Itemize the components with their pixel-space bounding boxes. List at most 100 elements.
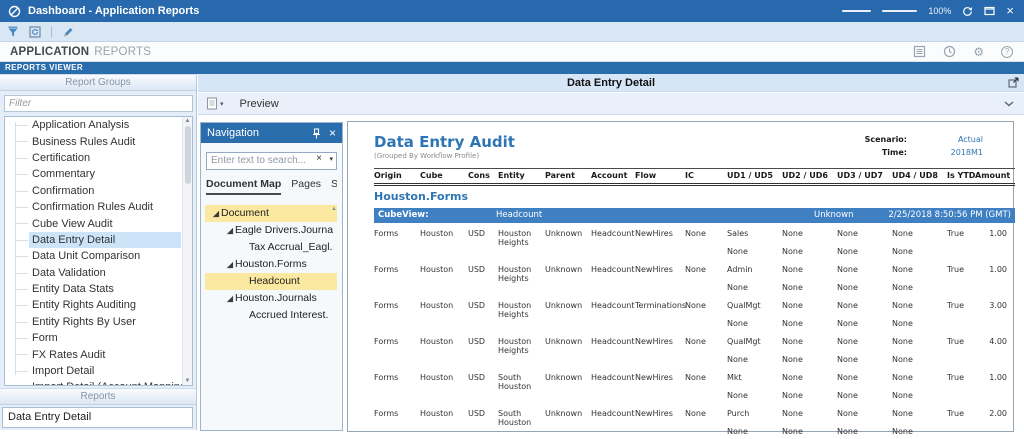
cell-origin: Forms [374,373,420,403]
scroll-thumb[interactable] [184,126,191,184]
refresh-dashboard-icon[interactable] [29,25,41,38]
cell-value: Mkt [727,373,742,382]
nav-tree-item[interactable]: Houston.Forms [205,256,337,273]
report-group-item[interactable]: Entity Rights By User [15,314,181,330]
close-navigation-icon[interactable]: × [329,127,336,139]
cell-flow: NewHires [635,409,685,439]
cell-parent: Unknown [545,229,591,259]
cell-cube: Houston [420,301,468,331]
zoom-slider-track-right[interactable] [882,10,918,12]
tree-connector [15,338,28,340]
report-group-item[interactable]: Data Unit Comparison [15,248,181,264]
report-group-item[interactable]: Confirmation [15,183,181,199]
cell-cube: Houston [420,265,468,295]
cell-value: QualMgt [727,337,761,346]
cell-parent: Unknown [545,337,591,367]
zoom-slider-track-left[interactable] [842,10,872,12]
popout-icon[interactable] [1008,77,1019,88]
clear-search-icon[interactable]: × [316,153,322,164]
main-panel: Data Entry Detail ▾ Preview Data Entry A… [198,74,1024,436]
tree-scrollbar[interactable]: ▲ ▼ [182,117,192,385]
cell-value: None [782,373,803,382]
cell-value-secondary: None [892,319,913,328]
report-group-item[interactable]: Data Entry Detail [15,231,181,249]
report-group-item[interactable]: FX Rates Audit [15,346,181,362]
cell-ic: None [685,265,727,295]
cell-value: Headcount [591,229,635,238]
report-group-item[interactable]: Application Analysis [15,117,181,133]
expander-icon[interactable] [224,260,235,269]
navigation-panel-header[interactable]: Navigation × [201,123,342,143]
export-document-icon[interactable] [206,97,218,110]
nav-tree-item[interactable]: Accrued Interest. [205,307,337,324]
table-column-headers: Origin Cube Cons Entity Parent Account Flow IC U… [374,168,1015,186]
report-group-item[interactable]: Import Detail [15,363,181,379]
document-list-icon[interactable] [913,45,926,58]
report-group-item[interactable]: Commentary [15,166,181,182]
edit-pencil-icon[interactable] [62,26,74,38]
scroll-down-icon[interactable]: ▼ [185,378,191,384]
cell-ud2: None None [782,301,837,331]
report-group-item[interactable]: Certification [15,150,181,166]
collapse-chevron-icon[interactable] [1004,101,1014,107]
search-options-caret-icon[interactable]: ▾ [329,155,333,163]
cell-value: 4.00 [989,337,1007,346]
cell-cons: USD [468,229,498,259]
filter-icon[interactable] [7,26,19,38]
cell-value: None [685,337,706,346]
cell-cube: Houston [420,409,468,439]
report-group-item[interactable]: Form [15,330,181,346]
cell-value-secondary: None [837,283,858,292]
pin-icon[interactable] [312,127,321,139]
expander-icon[interactable] [224,226,235,235]
expander-icon[interactable] [210,209,221,218]
close-icon[interactable]: × [1006,4,1014,17]
report-group-item[interactable]: Entity Data Stats [15,281,181,297]
cell-flow: NewHires [635,265,685,295]
export-dropdown-caret[interactable]: ▾ [220,100,224,108]
scroll-up-icon[interactable]: ▲ [185,118,191,124]
report-group-item[interactable]: Import Detail (Account Mapping) [29,379,190,385]
nav-tab[interactable]: Pages [291,178,321,195]
cell-value: None [782,409,803,418]
expander-icon[interactable] [224,294,235,303]
help-icon[interactable]: ? [1001,45,1013,58]
cell-value: Headcount [591,409,635,418]
report-group-item[interactable]: Confirmation Rules Audit [15,199,181,215]
cell-cube: Houston [420,373,468,403]
report-group-item[interactable]: Cube View Audit [15,215,181,231]
nav-tree-item[interactable]: Document [205,204,337,222]
nav-tree-item[interactable]: Houston.Journals [205,290,337,307]
dashboard-toolbar [0,22,1024,42]
tree-scroll-up-icon[interactable]: ▲ [331,206,337,212]
cell-ud1: Mkt None [727,373,782,403]
nav-tab[interactable]: Se [331,178,337,195]
report-group-item[interactable]: Business Rules Audit [15,133,181,149]
cell-value: Headcount [591,265,635,274]
refresh-icon[interactable] [962,6,973,17]
filter-input[interactable] [4,95,193,112]
column-header: UD1 / UD5 [727,171,773,180]
cell-ud3: None None [837,337,892,367]
cell-account: Headcount [591,265,635,295]
restore-window-icon[interactable] [984,6,996,16]
cell-value: True [947,265,964,274]
nav-tree-label: Houston.Journals [235,292,317,304]
nav-tree-item[interactable]: Headcount [205,272,337,290]
report-list-item[interactable]: Data Entry Detail [3,408,192,427]
nav-tab[interactable]: Document Map [206,178,282,195]
settings-gear-icon[interactable]: ⚙ [973,46,984,58]
nav-tree-item[interactable]: Eagle Drivers.Journa [205,222,337,239]
cell-entity: Houston Heights [498,337,545,367]
cell-value-secondary: None [892,283,913,292]
report-group-item[interactable]: Data Validation [15,265,181,281]
cell-cube: Houston [420,337,468,367]
cell-value: Houston [420,301,454,310]
report-group-item[interactable]: Entity Rights Auditing [15,297,181,313]
cell-ud4: None None [892,373,947,403]
navigation-body: × ▾ Document Map Pages Se ▲ Document Eagle … [201,143,342,324]
clock-icon[interactable] [943,45,956,58]
report-groups-header: Report Groups [0,74,196,91]
tree-connector [15,141,28,143]
nav-tree-item[interactable]: Tax Accrual_Eagl. [205,239,337,256]
